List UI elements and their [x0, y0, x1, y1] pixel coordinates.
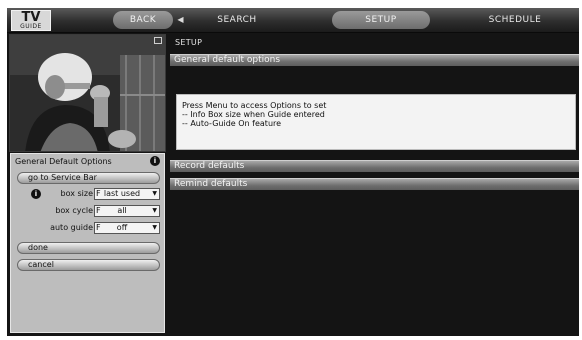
preview-image	[10, 35, 165, 151]
nav-back-label: BACK	[129, 15, 157, 25]
done-button[interactable]: done	[17, 242, 160, 254]
chevron-down-icon: ▼	[152, 224, 157, 231]
tv-guide-screen: TV GUIDE BACK ◀ SEARCH SETUP SCHEDULE Ge…	[7, 8, 579, 336]
nav-setup-tab[interactable]: SETUP	[332, 11, 430, 29]
auto-guide-row: auto guide F off ▼	[17, 222, 160, 234]
chevron-down-icon: ▼	[152, 207, 157, 214]
info-line: Press Menu to access Options to set	[182, 101, 327, 110]
record-defaults-header[interactable]: Record defaults	[170, 160, 579, 172]
general-default-options-panel: General Default Options i go to Service …	[10, 153, 165, 333]
auto-guide-select[interactable]: F off ▼	[94, 222, 160, 234]
auto-guide-value: off	[116, 223, 128, 232]
lock-icon	[154, 37, 162, 44]
back-arrow-icon: ◀	[177, 15, 184, 24]
auto-guide-label: auto guide	[50, 223, 93, 232]
box-cycle-row: box cycle F all ▼	[17, 205, 160, 217]
go-to-service-bar-button[interactable]: go to Service Bar	[17, 172, 160, 184]
logo-subtext: GUIDE	[20, 23, 42, 30]
box-cycle-label: box cycle	[55, 206, 93, 215]
nav-search-tab[interactable]: SEARCH	[202, 11, 272, 29]
remind-defaults-header[interactable]: Remind defaults	[170, 178, 579, 190]
cancel-button[interactable]: cancel	[17, 259, 160, 271]
chevron-down-icon: ▼	[152, 190, 157, 197]
info-icon[interactable]: i	[31, 189, 41, 199]
general-options-info-box: Press Menu to access Options to set -- I…	[176, 94, 576, 150]
info-icon[interactable]: i	[150, 156, 160, 166]
box-size-label: box size	[60, 189, 93, 198]
panel-title: General Default Options	[15, 157, 112, 166]
breadcrumb: SETUP	[175, 38, 203, 47]
box-size-select[interactable]: F last used ▼	[94, 188, 160, 200]
video-preview	[9, 34, 166, 152]
info-line: -- Info Box size when Guide entered	[182, 110, 325, 119]
box-size-row: i box size F last used ▼	[17, 188, 160, 200]
tv-guide-logo: TV GUIDE	[11, 10, 51, 31]
box-cycle-value: all	[117, 206, 127, 215]
top-nav-bar: TV GUIDE BACK ◀ SEARCH SETUP SCHEDULE	[7, 8, 579, 33]
nav-back-tab[interactable]: BACK ◀	[113, 11, 184, 29]
general-default-options-header[interactable]: General default options	[170, 54, 579, 66]
box-size-value: last used	[103, 189, 141, 198]
setup-content: SETUP General default options Press Menu…	[170, 34, 579, 336]
info-line: -- Auto-Guide On feature	[182, 119, 282, 128]
nav-schedule-tab[interactable]: SCHEDULE	[477, 11, 553, 29]
box-cycle-select[interactable]: F all ▼	[94, 205, 160, 217]
